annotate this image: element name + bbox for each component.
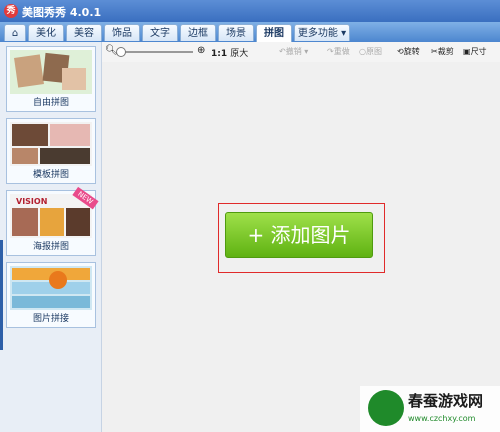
actual-size-button[interactable]: 1:1 原大 [211,46,248,59]
window-edge [0,240,3,350]
main-tab-bar: ⌂ 美化 美容 饰品 文字 边框 场景 拼图 更多功能 ▾ [0,22,500,42]
redo-button[interactable]: ↷重做 [327,46,350,57]
collage-toolbar: 🔍︎ ⊕ 1:1 原大 ↶撤销 ▾ ↷重做 ○原图 ⟲旋转 ✂裁剪 ▣尺寸 [101,42,500,62]
app-title: 美图秀秀 4.0.1 [22,6,102,19]
tab-beauty[interactable]: 美容 [66,24,102,41]
home-icon: ⌂ [11,28,19,39]
tab-beautify[interactable]: 美化 [28,24,64,41]
image-stitch-thumbnail [10,266,92,310]
title-bar: 秀 美图秀秀 4.0.1 [0,0,500,22]
silkworm-logo-icon [368,390,404,426]
sidebar-item-template-collage[interactable]: 模板拼图 [6,118,96,184]
sidebar-item-image-stitch[interactable]: 图片拼接 [6,262,96,328]
size-label: 尺寸 [470,47,487,56]
tab-scene[interactable]: 场景 [218,24,254,41]
zoom-slider[interactable] [116,47,193,57]
site-watermark: 春蚕游戏网 www.czchxy.com [360,386,500,432]
crop-label: 裁剪 [437,47,454,56]
zoom-slider-handle[interactable] [116,47,126,57]
tab-accessories[interactable]: 饰品 [104,24,140,41]
tab-collage[interactable]: 拼图 [256,24,292,42]
add-image-button[interactable]: + 添加图片 [225,212,373,258]
ratio-label: 1:1 [211,49,228,59]
template-collage-thumbnail [10,122,92,166]
sidebar-item-label: 海报拼图 [32,242,69,252]
sidebar-item-label: 自由拼图 [32,98,69,108]
redo-label: 重做 [333,47,350,56]
zoom-in-icon[interactable]: ⊕ [197,45,205,56]
undo-button[interactable]: ↶撤销 ▾ [279,46,308,57]
tab-home[interactable]: ⌂ [4,24,26,41]
free-collage-thumbnail [10,50,92,94]
reset-label: 原图 [365,47,382,56]
watermark-url: www.czchxy.com [408,414,476,423]
app-logo-icon: 秀 [4,4,18,18]
crop-button[interactable]: ✂裁剪 [431,46,454,57]
original-size-label: 原大 [230,49,249,59]
poster-thumb-text: VISION [16,197,47,206]
rotate-button[interactable]: ⟲旋转 [397,46,420,57]
undo-label: 撤销 [285,47,302,56]
reset-button[interactable]: ○原图 [359,46,382,57]
rotate-label: 旋转 [403,47,420,56]
size-button[interactable]: ▣尺寸 [463,46,487,57]
tab-more[interactable]: 更多功能 ▾ [294,24,350,41]
tab-text[interactable]: 文字 [142,24,178,41]
sidebar-item-label: 图片拼接 [32,314,69,324]
collage-sidebar: 自由拼图 模板拼图 VISION NEW 海报拼图 图片拼接 [0,42,102,432]
sidebar-item-free-collage[interactable]: 自由拼图 [6,46,96,112]
watermark-name: 春蚕游戏网 [408,392,484,410]
sidebar-item-poster-collage[interactable]: VISION NEW 海报拼图 [6,186,99,256]
tab-border[interactable]: 边框 [180,24,216,41]
sidebar-item-label: 模板拼图 [32,170,69,180]
